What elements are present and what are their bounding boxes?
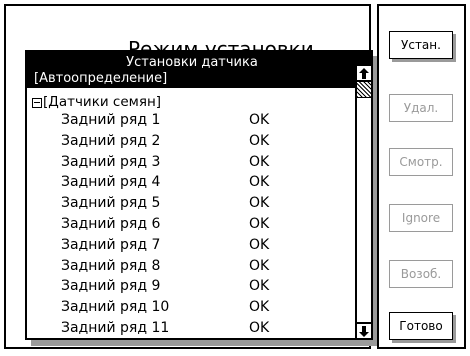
- sensor-name: Задний ряд 5: [61, 195, 161, 212]
- sensor-list: [Датчики семян] Задний ряд 1 OK Задний ряд…: [27, 88, 355, 338]
- sensor-name: Задний ряд 10: [61, 299, 170, 316]
- screen: Режим установки Установки датчика [Автоо…: [0, 0, 470, 356]
- sensor-status: OK: [249, 278, 270, 295]
- sensor-row[interactable]: Задний ряд 11 OK: [61, 320, 269, 336]
- scroll-down-button[interactable]: [357, 322, 371, 338]
- arrow-up-icon: [359, 67, 369, 79]
- install-button[interactable]: Устан.: [389, 31, 453, 59]
- sensor-name: Задний ряд 11: [61, 320, 170, 336]
- sensor-name: Задний ряд 6: [61, 216, 161, 232]
- delete-button[interactable]: Удал.: [389, 94, 453, 122]
- sensor-row[interactable]: Задний ряд 6 OK: [61, 216, 269, 232]
- done-button[interactable]: Готово: [389, 312, 453, 340]
- sensor-name: Задний ряд 9: [61, 278, 161, 295]
- sensor-row[interactable]: Задний ряд 4 OK: [61, 174, 269, 191]
- sensor-row[interactable]: Задний ряд 1 OK: [61, 112, 269, 128]
- side-panel: Устан. Удал. Смотр. Ignore Возоб. Готово: [377, 4, 466, 349]
- sensor-status: OK: [249, 195, 270, 212]
- collapse-icon[interactable]: [32, 97, 42, 108]
- sensor-name: Задний ряд 7: [61, 236, 161, 253]
- dialog-header: Установки датчика [Автоопределение]: [27, 52, 371, 88]
- sensor-status: OK: [249, 320, 270, 336]
- sensor-name: Задний ряд 2: [61, 132, 161, 149]
- group-seed-sensors[interactable]: [Датчики семян]: [32, 95, 161, 110]
- arrow-down-icon: [359, 325, 369, 337]
- dialog-title: Установки датчика: [126, 55, 258, 70]
- scroll-thumb[interactable]: [357, 82, 371, 98]
- ignore-button[interactable]: Ignore: [389, 204, 453, 232]
- sensor-name: Задний ряд 8: [61, 257, 161, 274]
- sensor-status: OK: [249, 216, 270, 232]
- view-button[interactable]: Смотр.: [389, 148, 453, 176]
- dialog-subtitle: [Автоопределение]: [34, 71, 168, 86]
- group-label: [Датчики семян]: [43, 94, 162, 110]
- scroll-up-button[interactable]: [357, 66, 371, 82]
- sensor-row[interactable]: Задний ряд 7 OK: [61, 236, 269, 253]
- sensor-name: Задний ряд 3: [61, 153, 161, 170]
- sensor-row[interactable]: Задний ряд 3 OK: [61, 153, 269, 170]
- resume-button[interactable]: Возоб.: [389, 260, 453, 288]
- sensor-status: OK: [249, 299, 270, 316]
- sensor-status: OK: [249, 174, 270, 191]
- sensor-row[interactable]: Задний ряд 8 OK: [61, 257, 269, 274]
- sensor-name: Задний ряд 1: [61, 112, 161, 128]
- sensor-row[interactable]: Задний ряд 5 OK: [61, 195, 269, 212]
- sensor-status: OK: [249, 112, 270, 128]
- sensor-status: OK: [249, 236, 270, 253]
- scrollbar[interactable]: [355, 66, 371, 338]
- sensor-settings-dialog: Установки датчика [Автоопределение] [Дат…: [25, 50, 373, 340]
- sensor-name: Задний ряд 4: [61, 174, 161, 191]
- sensor-status: OK: [249, 257, 270, 274]
- sensor-status: OK: [249, 132, 270, 149]
- sensor-row[interactable]: Задний ряд 9 OK: [61, 278, 269, 295]
- sensor-row[interactable]: Задний ряд 2 OK: [61, 132, 269, 149]
- sensor-status: OK: [249, 153, 270, 170]
- sensor-row[interactable]: Задний ряд 10 OK: [61, 299, 269, 316]
